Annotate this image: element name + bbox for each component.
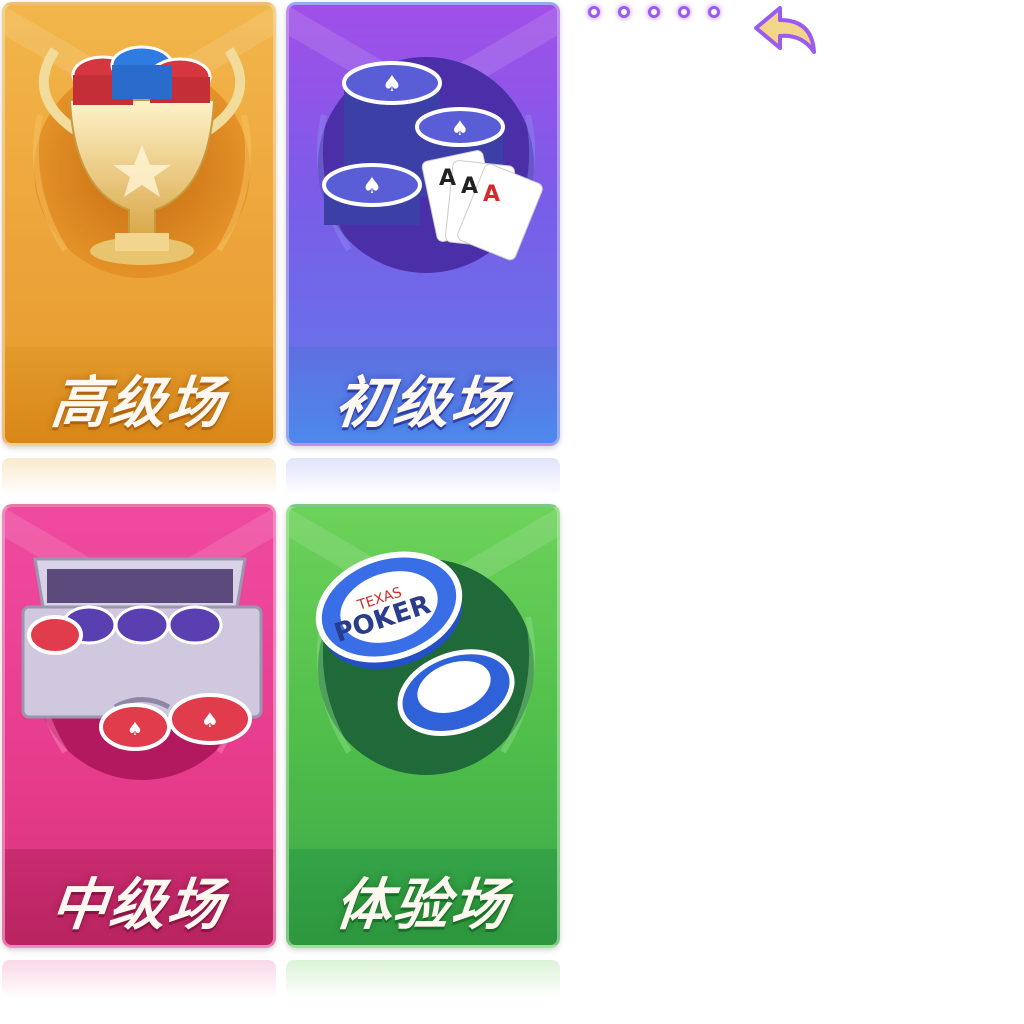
- svg-text:♠: ♠: [451, 116, 469, 140]
- page-dot[interactable]: [648, 6, 660, 18]
- room-card-advanced[interactable]: 高级场: [2, 2, 276, 446]
- page-dot[interactable]: [588, 6, 600, 18]
- room-label: 中级场: [48, 872, 229, 938]
- room-banner: 中级场: [5, 849, 273, 945]
- svg-text:♠: ♠: [201, 708, 219, 732]
- room-card-beginner[interactable]: ♠ ♠ ♠ A A A 初级场: [286, 2, 560, 446]
- svg-text:♠: ♠: [382, 72, 402, 97]
- svg-text:A: A: [483, 182, 500, 207]
- svg-text:♠: ♠: [127, 719, 143, 740]
- chips-cards-icon: ♠ ♠ ♠ A A A: [316, 57, 543, 273]
- page-dot[interactable]: [618, 6, 630, 18]
- trophy-chips-icon: [32, 45, 252, 278]
- card-reflection: [286, 960, 560, 998]
- page-dot[interactable]: [678, 6, 690, 18]
- room-banner: 高级场: [5, 347, 273, 443]
- room-card-intermediate[interactable]: ♠ ♠ 中级场: [2, 504, 276, 948]
- chip-case-icon: ♠ ♠: [21, 557, 263, 780]
- page-indicator: [588, 6, 720, 18]
- page-dot[interactable]: [708, 6, 720, 18]
- svg-text:♠: ♠: [362, 174, 382, 199]
- card-reflection: [286, 458, 560, 496]
- room-card-trial[interactable]: TEXAS POKER 体验场: [286, 504, 560, 948]
- room-label: 高级场: [48, 370, 229, 436]
- room-banner: 初级场: [289, 347, 557, 443]
- back-arrow-icon[interactable]: [750, 2, 822, 58]
- card-reflection: [2, 960, 276, 998]
- svg-text:A: A: [439, 166, 456, 191]
- poker-chip-icon: TEXAS POKER: [315, 551, 536, 775]
- room-label: 初级场: [332, 370, 513, 436]
- svg-text:A: A: [461, 174, 478, 199]
- card-reflection: [2, 458, 276, 496]
- room-banner: 体验场: [289, 849, 557, 945]
- room-label: 体验场: [332, 872, 513, 938]
